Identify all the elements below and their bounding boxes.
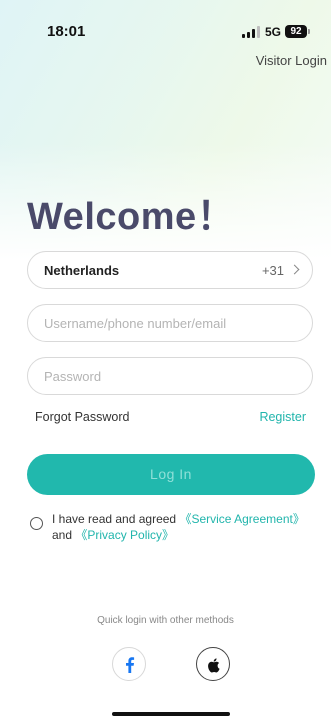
register-link[interactable]: Register — [259, 410, 306, 424]
chevron-right-icon — [289, 264, 300, 275]
quick-login-label: Quick login with other methods — [97, 615, 234, 626]
agreement-prefix: I have read and agreed — [52, 512, 180, 526]
status-bar: 18:01 5G 92 — [0, 0, 331, 48]
battery-icon: 92 — [285, 25, 307, 38]
forgot-password-link[interactable]: Forgot Password — [35, 410, 129, 424]
apple-login-button[interactable] — [196, 647, 230, 681]
battery-tip — [308, 29, 310, 34]
facebook-login-button[interactable] — [112, 647, 146, 681]
country-code: +31 — [261, 263, 284, 278]
page-title: Welcome！ — [27, 196, 236, 238]
login-button[interactable]: Log In — [27, 454, 315, 495]
visitor-login-link[interactable]: Visitor Login — [256, 53, 327, 68]
password-field-wrapper — [27, 357, 313, 395]
facebook-icon — [126, 657, 135, 673]
agreement-and: and — [52, 528, 76, 542]
agree-checkbox[interactable] — [30, 517, 43, 530]
status-time: 18:01 — [47, 23, 86, 40]
country-selector[interactable]: Netherlands +31 — [27, 251, 313, 289]
signal-icon — [242, 26, 260, 38]
agreement-text: I have read and agreed 《Service Agreemen… — [52, 511, 324, 543]
username-field-wrapper — [27, 304, 313, 342]
service-agreement-link[interactable]: 《Service Agreement》 — [179, 512, 304, 526]
username-input[interactable] — [44, 305, 294, 341]
country-name: Netherlands — [44, 263, 120, 278]
apple-icon — [208, 658, 220, 673]
network-type: 5G — [265, 25, 282, 39]
home-indicator — [112, 712, 230, 716]
privacy-policy-link[interactable]: 《Privacy Policy》 — [75, 528, 174, 542]
password-input[interactable] — [44, 358, 294, 394]
